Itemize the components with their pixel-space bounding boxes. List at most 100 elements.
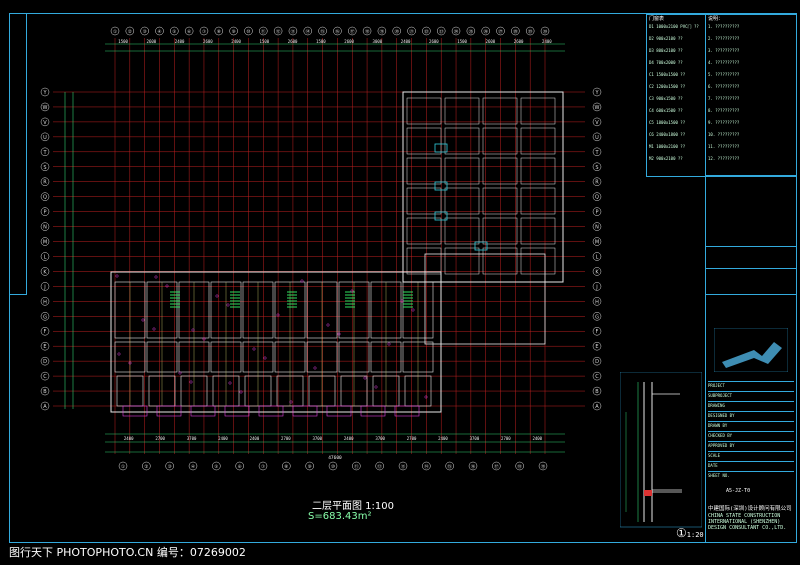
grid-axis-label-top: ⑳ <box>394 28 399 35</box>
grid-axis-label-top: ㉙ <box>528 28 533 35</box>
dimension-text-top: 2600 <box>344 39 354 44</box>
grid-axis-label-left: D <box>43 359 47 365</box>
room-unit <box>444 157 480 185</box>
grid-axis-label-left: H <box>43 299 47 305</box>
dimension-text-top: 3000 <box>373 39 383 44</box>
room-unit <box>482 247 518 275</box>
fixture-marker <box>189 380 193 384</box>
dimension-text-bottom: 2400 <box>532 436 542 441</box>
floor-area: S=683.43m² <box>308 511 372 522</box>
grid-axis-label-right: W <box>595 105 600 111</box>
detail-marker: ① <box>676 526 687 540</box>
grid-axis-label-right: P <box>595 210 598 216</box>
grid-axis-label-top: ③ <box>143 29 147 35</box>
grid-axis-label-top: ㉔ <box>454 28 459 35</box>
grid-axis-label-top: ㉘ <box>513 28 518 35</box>
dimension-text-bottom: 2400 <box>438 436 448 441</box>
dimension-text-top: 2600 <box>514 39 524 44</box>
note-row: 10. ????????? <box>708 132 740 137</box>
schedule-row: C4 600x1500 ?? <box>649 108 683 113</box>
fixture-marker <box>387 342 391 346</box>
grid-axis-label-top: ㉓ <box>439 28 444 35</box>
grid-axis-label-right: H <box>595 299 599 305</box>
fixture-marker <box>115 274 119 278</box>
dimension-text-bottom: 2700 <box>501 436 511 441</box>
dimension-text-bottom: 2400 <box>250 436 260 441</box>
room-unit <box>482 127 518 155</box>
grid-axis-label-right: C <box>595 374 599 380</box>
grid-axis-label-top: ㉒ <box>424 28 429 35</box>
room-unit <box>482 187 518 215</box>
dimension-text-top: 2600 <box>147 39 157 44</box>
grid-axis-label-top: ⑩ <box>246 29 250 35</box>
balcony <box>224 405 250 417</box>
title-block: PROJECT SUBPROJECT DRAWING DESIGNED BY DRAWN… <box>705 175 797 543</box>
dimension-text-top: 1500 <box>457 39 467 44</box>
grid-axis-label-right: A <box>595 404 599 410</box>
dimension-text-top: 2400 <box>231 39 241 44</box>
notes-header: 说明： <box>708 16 724 22</box>
fixture-marker <box>424 395 428 399</box>
grid-axis-label-bottom: ⑭ <box>424 463 429 470</box>
grid-axis-label-right: L <box>596 254 599 260</box>
fixture-marker <box>117 352 121 356</box>
schedule-row: C6 2400x1800 ?? <box>649 132 686 137</box>
grid-axis-label-right: G <box>595 314 599 320</box>
schedule-row: M1 1000x2100 ?? <box>649 144 686 149</box>
grid-axis-label-top: ㉗ <box>498 28 503 35</box>
fixture-marker <box>263 356 267 360</box>
grid-axis-label-top: ㉕ <box>469 28 474 35</box>
title-block-field: APPROVED BY <box>708 441 794 448</box>
dimension-text-top: 2600 <box>486 39 496 44</box>
fixture-marker <box>141 318 145 322</box>
grid-axis-label-left: K <box>43 269 47 275</box>
shaft <box>474 241 488 251</box>
balcony <box>156 405 182 417</box>
room-unit <box>482 217 518 245</box>
grid-axis-label-left: G <box>43 314 47 320</box>
dimension-text-top: 1500 <box>260 39 270 44</box>
grid-axis-label-right: S <box>595 165 598 171</box>
grid-axis-label-top: ⑪ <box>261 28 266 35</box>
balcony <box>292 405 318 417</box>
dimension-text-bottom: 3700 <box>312 436 322 441</box>
watermark: 图行天下 PHOTOPHOTO.CN 编号：07269002 <box>6 543 249 561</box>
grid-axis-label-top: ⑰ <box>350 28 355 35</box>
grid-axis-label-bottom: ③ <box>168 464 172 470</box>
stair-core <box>170 291 180 308</box>
sheet-number: A5-JZ-T0 <box>726 488 751 494</box>
room-unit <box>520 97 556 125</box>
grid-axis-label-left: Y <box>42 90 47 96</box>
schedule-row: C5 1800x1500 ?? <box>649 120 686 125</box>
grid-axis-label-bottom: ⑩ <box>331 464 335 470</box>
fixture-marker <box>411 308 415 312</box>
room-unit <box>482 97 518 125</box>
grid-axis-label-bottom: ⑫ <box>377 463 382 470</box>
grid-axis-label-right: J <box>595 284 597 290</box>
room-unit <box>406 97 442 125</box>
room-unit <box>444 217 480 245</box>
room-unit <box>406 247 442 275</box>
schedule-row: D2 900x2100 ?? <box>649 36 683 41</box>
grid-axis-label-bottom: ⑤ <box>214 464 218 470</box>
note-row: 6. ?????????? <box>708 84 740 89</box>
grid-axis-label-top: ⑲ <box>380 28 385 35</box>
grid-axis-label-top: ④ <box>157 29 161 35</box>
note-row: 4. ?????????? <box>708 60 740 65</box>
grid-axis-label-bottom: ① <box>121 464 125 470</box>
dimension-text-top: 2400 <box>175 39 185 44</box>
room-unit <box>444 247 480 275</box>
grid-axis-label-left: J <box>43 284 45 290</box>
grid-axis-label-right: R <box>595 180 599 186</box>
title-block-field: SCALE <box>708 451 794 458</box>
grid-axis-label-top: ⑭ <box>306 28 311 35</box>
grid-axis-label-bottom: ⑯ <box>471 463 476 470</box>
schedule-row: D4 700x2000 ?? <box>649 60 683 65</box>
grid-axis-label-top: ⑤ <box>172 29 176 35</box>
door-window-schedule: 门窗表 D1 1000x2100 PVC门 ?? D2 900x2100 ?? D3… <box>646 14 706 177</box>
grid-axis-label-top: ⑯ <box>335 28 340 35</box>
grid-axis-label-right: F <box>596 329 599 335</box>
grid-axis-label-right: V <box>595 120 599 126</box>
wall-section-detail <box>620 372 702 528</box>
grid-axis-label-left: T <box>42 150 47 156</box>
